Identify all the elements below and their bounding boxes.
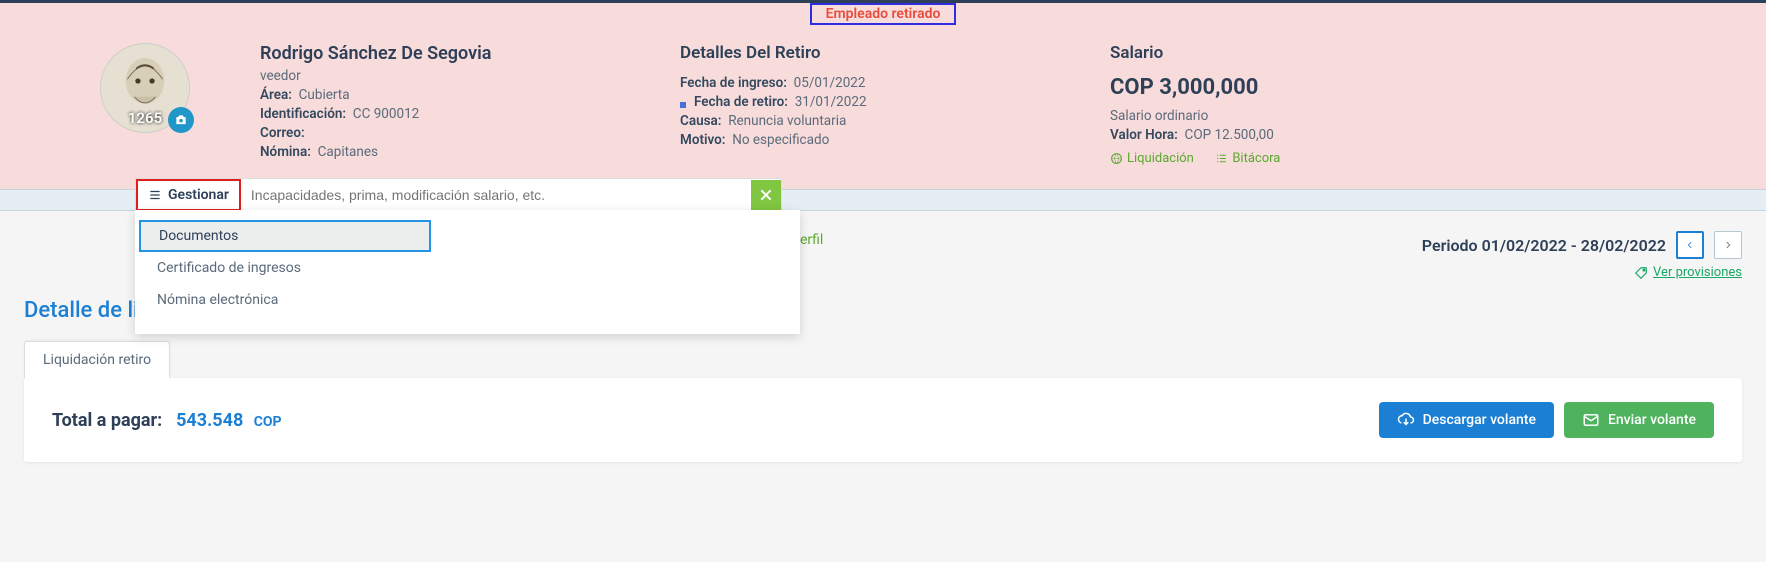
employee-name: Rodrigo Sánchez De Segovia: [260, 43, 620, 64]
retire-fecha: Fecha de retiro: 31/01/2022: [680, 94, 1050, 110]
total-wrap: Total a pagar: 543.548 COP: [52, 410, 282, 431]
perfil-tab-partial[interactable]: erfil: [800, 232, 823, 248]
avatar-camera-button[interactable]: [168, 107, 194, 133]
gestionar-search-input[interactable]: [241, 181, 751, 209]
status-text: Empleado retirado: [810, 3, 957, 25]
gestionar-close-button[interactable]: [751, 180, 781, 210]
period-next-button[interactable]: [1714, 231, 1742, 259]
camera-icon: [174, 113, 188, 127]
action-buttons: Descargar volante Enviar volante: [1379, 402, 1714, 438]
employee-email: Correo:: [260, 125, 620, 141]
dropdown-item-documentos[interactable]: Documentos: [139, 220, 431, 252]
dot-icon: [680, 102, 686, 108]
tag-icon: [1634, 266, 1648, 280]
dropdown-item-certificado[interactable]: Certificado de ingresos: [135, 252, 435, 284]
mail-icon: [1582, 411, 1600, 429]
period-text: Periodo 01/02/2022 - 28/02/2022: [1422, 236, 1666, 255]
avatar-id-badge: 1265: [128, 109, 162, 127]
bitacora-link[interactable]: Bitácora: [1215, 151, 1280, 166]
dropdown-item-nomina-electronica[interactable]: Nómina electrónica: [135, 284, 435, 316]
employee-ident: Identificación: CC 900012: [260, 106, 620, 122]
salary-hour: Valor Hora: COP 12.500,00: [1110, 127, 1450, 143]
chevron-right-icon: [1723, 240, 1733, 250]
employee-info-column: Rodrigo Sánchez De Segovia veedor Área: …: [260, 43, 620, 169]
retire-ingreso: Fecha de ingreso: 05/01/2022: [680, 75, 1050, 91]
tabs-row: Liquidación retiro: [24, 341, 1742, 378]
salary-amount: COP 3,000,000: [1110, 75, 1450, 100]
salary-column: Salario COP 3,000,000 Salario ordinario …: [1110, 43, 1450, 169]
globe-icon: [1110, 152, 1123, 165]
salary-type: Salario ordinario: [1110, 108, 1450, 124]
salary-title: Salario: [1110, 43, 1450, 63]
employee-nomina: Nómina: Capitanes: [260, 144, 620, 160]
period-prev-button[interactable]: [1676, 231, 1704, 259]
retire-title: Detalles Del Retiro: [680, 43, 1050, 63]
total-label: Total a pagar:: [52, 410, 162, 431]
employee-role: veedor: [260, 68, 620, 84]
retire-info-column: Detalles Del Retiro Fecha de ingreso: 05…: [680, 43, 1050, 169]
employee-header: 1265 Rodrigo Sánchez De Segovia veedor Á…: [0, 25, 1766, 189]
retire-causa: Causa: Renuncia voluntaria: [680, 113, 1050, 129]
avatar-wrap: 1265: [100, 43, 190, 133]
salary-links: Liquidación Bitácora: [1110, 151, 1450, 169]
gestionar-button[interactable]: Gestionar: [136, 179, 241, 211]
send-volante-button[interactable]: Enviar volante: [1564, 402, 1714, 438]
employee-area: Área: Cubierta: [260, 87, 620, 103]
liquidacion-link[interactable]: Liquidación: [1110, 151, 1194, 166]
total-currency: COP: [254, 414, 282, 430]
status-banner: Empleado retirado: [0, 3, 1766, 25]
menu-icon: [148, 188, 162, 202]
total-card: Total a pagar: 543.548 COP Descargar vol…: [24, 378, 1742, 462]
retire-motivo: Motivo: No especificado: [680, 132, 1050, 148]
total-value: 543.548: [176, 410, 243, 431]
gestionar-dropdown: Documentos Certificado de ingresos Nómin…: [135, 210, 800, 334]
tab-liquidacion-retiro[interactable]: Liquidación retiro: [24, 341, 170, 378]
cloud-download-icon: [1397, 411, 1415, 429]
ver-provisiones-link[interactable]: Ver provisiones: [1634, 265, 1742, 280]
download-volante-button[interactable]: Descargar volante: [1379, 402, 1554, 438]
close-icon: [758, 187, 774, 203]
chevron-left-icon: [1685, 240, 1695, 250]
list-icon: [1215, 152, 1228, 165]
gestionar-bar: Gestionar: [135, 178, 782, 212]
